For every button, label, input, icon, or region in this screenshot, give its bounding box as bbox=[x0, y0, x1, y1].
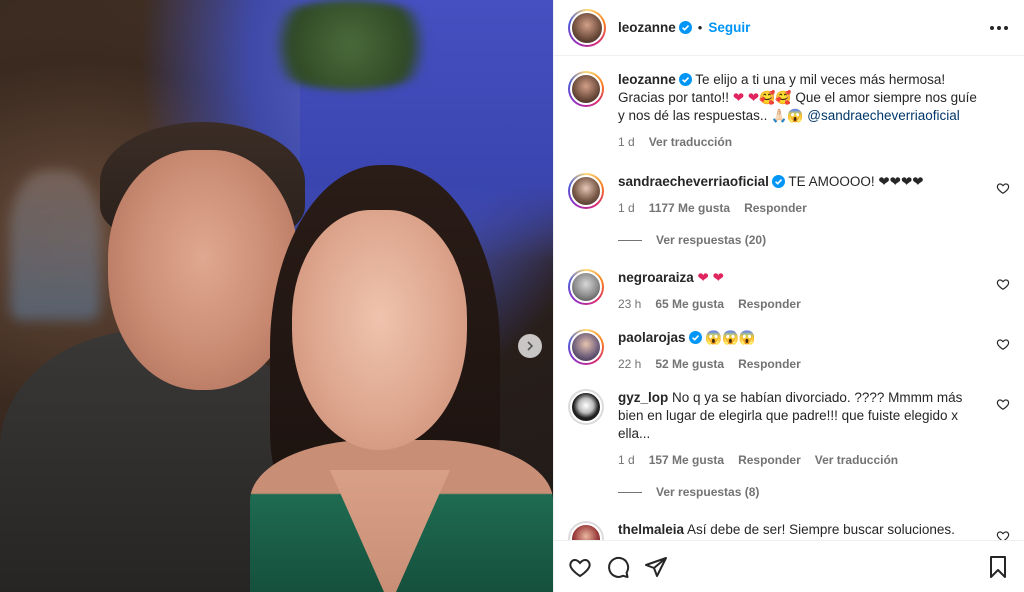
comment-item: gyz_lop No q ya se habían divorciado. ??… bbox=[568, 389, 1010, 469]
comment-heart-icon[interactable] bbox=[996, 529, 1010, 540]
comment-avatar[interactable] bbox=[568, 521, 604, 540]
caption: leozanne Te elijo a ti una y mil veces m… bbox=[568, 71, 1010, 151]
comment-meta: 1 d 157 Me gusta Responder Ver traducció… bbox=[618, 451, 982, 469]
comment-meta: 22 h 52 Me gusta Responder bbox=[618, 355, 982, 373]
comment-text: No q ya se habían divorciado. ???? Mmmm … bbox=[618, 390, 963, 441]
comment-heart-icon[interactable] bbox=[996, 337, 1010, 351]
heart-icon[interactable] bbox=[568, 555, 592, 579]
comment-meta: 1 d 1177 Me gusta Responder bbox=[618, 199, 982, 217]
caption-translate-link[interactable]: Ver traducción bbox=[649, 133, 732, 151]
caption-emojis: 🥰🥰 bbox=[759, 90, 792, 105]
comment-reply-link[interactable]: Responder bbox=[738, 295, 801, 313]
comment-username[interactable]: sandraecheverriaoficial bbox=[618, 174, 769, 189]
comment-likes[interactable]: 157 Me gusta bbox=[649, 451, 724, 469]
background-plant bbox=[250, 0, 450, 90]
comment-content: negroaraiza ❤ ❤ 23 h 65 Me gusta Respond… bbox=[618, 269, 1010, 313]
replies-label: Ver respuestas (8) bbox=[656, 485, 760, 499]
caption-avatar[interactable] bbox=[568, 71, 604, 107]
comment-username[interactable]: thelmaleia bbox=[618, 522, 684, 537]
comment-reply-link[interactable]: Responder bbox=[738, 355, 801, 373]
caption-time: 1 d bbox=[618, 135, 635, 149]
separator-dot: • bbox=[697, 20, 703, 35]
post-photo bbox=[0, 0, 553, 592]
comment-avatar-image bbox=[570, 523, 602, 540]
chevron-right-icon bbox=[527, 341, 534, 351]
comment-time: 23 h bbox=[618, 297, 642, 311]
comment-avatar[interactable] bbox=[568, 389, 604, 425]
post-header: leozanne • Seguir bbox=[554, 0, 1024, 56]
comment-username[interactable]: paolarojas bbox=[618, 330, 686, 345]
comment-translate-link[interactable]: Ver traducción bbox=[815, 451, 898, 469]
comment-avatar-image bbox=[570, 175, 602, 207]
comment-likes[interactable]: 65 Me gusta bbox=[655, 295, 724, 313]
comment-heart-icon[interactable] bbox=[996, 181, 1010, 195]
comment-content: paolarojas 😱😱😱 22 h 52 Me gusta Responde… bbox=[618, 329, 1010, 373]
replies-line bbox=[618, 491, 642, 493]
comment-text: 😱😱😱 bbox=[705, 330, 756, 345]
caption-hearts: ❤ ❤ bbox=[732, 90, 760, 105]
comment-item: thelmaleia Así debe de ser! Siempre busc… bbox=[568, 521, 1010, 540]
comment-item: sandraecheverriaoficial TE AMOOOO! ❤❤❤❤ … bbox=[568, 173, 1010, 217]
comment-text: ❤ ❤ bbox=[697, 270, 724, 285]
view-replies-button[interactable]: Ver respuestas (8) bbox=[618, 485, 1010, 499]
author-avatar-image bbox=[570, 10, 604, 45]
caption-emoji-tail: 🙏🏻😱 bbox=[771, 108, 804, 123]
view-replies-button[interactable]: Ver respuestas (20) bbox=[618, 233, 1010, 247]
verified-badge-icon bbox=[678, 21, 692, 34]
comment-time: 1 d bbox=[618, 453, 635, 467]
post-sidebar: leozanne • Seguir leozanne Te elijo a ti… bbox=[553, 0, 1024, 592]
verified-badge-icon bbox=[771, 175, 785, 188]
background-person bbox=[10, 170, 100, 320]
comment-heart-icon[interactable] bbox=[996, 277, 1010, 291]
caption-username[interactable]: leozanne bbox=[618, 72, 676, 87]
comment-meta: 23 h 65 Me gusta Responder bbox=[618, 295, 982, 313]
carousel-next-button[interactable] bbox=[518, 334, 542, 358]
comment-text: TE AMOOOO! ❤❤❤❤ bbox=[788, 174, 924, 189]
comment-reply-link[interactable]: Responder bbox=[744, 199, 807, 217]
share-icon[interactable] bbox=[644, 555, 668, 579]
verified-badge-icon bbox=[678, 73, 692, 86]
comment-reply-link[interactable]: Responder bbox=[738, 451, 801, 469]
comment-item: negroaraiza ❤ ❤ 23 h 65 Me gusta Respond… bbox=[568, 269, 1010, 313]
caption-mention[interactable]: @sandraecheverriaoficial bbox=[807, 108, 960, 123]
comment-avatar-image bbox=[570, 391, 602, 423]
comment-avatar-image bbox=[570, 271, 602, 303]
caption-avatar-image bbox=[570, 73, 602, 105]
comment-content: sandraecheverriaoficial TE AMOOOO! ❤❤❤❤ … bbox=[618, 173, 1010, 217]
bookmark-icon[interactable] bbox=[986, 555, 1010, 579]
comment-item: paolarojas 😱😱😱 22 h 52 Me gusta Responde… bbox=[568, 329, 1010, 373]
author-avatar[interactable] bbox=[568, 8, 606, 47]
comment-time: 22 h bbox=[618, 357, 642, 371]
caption-meta: 1 d Ver traducción bbox=[618, 133, 982, 151]
comment-username[interactable]: gyz_lop bbox=[618, 390, 668, 405]
comment-avatar[interactable] bbox=[568, 173, 604, 209]
follow-button[interactable]: Seguir bbox=[708, 20, 750, 35]
comment-icon[interactable] bbox=[606, 555, 630, 579]
comment-avatar[interactable] bbox=[568, 269, 604, 305]
post-actions-bar bbox=[554, 540, 1024, 592]
woman-face bbox=[292, 210, 467, 450]
comment-heart-icon[interactable] bbox=[996, 397, 1010, 411]
comment-likes[interactable]: 1177 Me gusta bbox=[649, 199, 730, 217]
comment-content: thelmaleia Así debe de ser! Siempre busc… bbox=[618, 521, 1010, 540]
caption-content: leozanne Te elijo a ti una y mil veces m… bbox=[618, 71, 1010, 151]
comment-avatar-image bbox=[570, 331, 602, 363]
replies-label: Ver respuestas (20) bbox=[656, 233, 767, 247]
author-username[interactable]: leozanne bbox=[618, 20, 676, 35]
comment-username[interactable]: negroaraiza bbox=[618, 270, 694, 285]
comment-likes[interactable]: 52 Me gusta bbox=[655, 355, 724, 373]
replies-line bbox=[618, 239, 642, 241]
comment-avatar[interactable] bbox=[568, 329, 604, 365]
comments-list[interactable]: leozanne Te elijo a ti una y mil veces m… bbox=[554, 57, 1024, 540]
more-options-icon[interactable] bbox=[988, 20, 1010, 36]
comment-time: 1 d bbox=[618, 201, 635, 215]
comment-content: gyz_lop No q ya se habían divorciado. ??… bbox=[618, 389, 1010, 469]
verified-badge-icon bbox=[688, 331, 702, 344]
